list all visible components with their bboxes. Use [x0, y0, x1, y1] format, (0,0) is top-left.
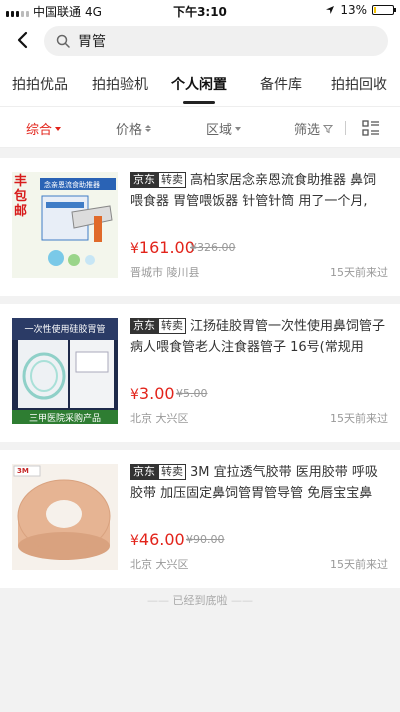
- product-price: ¥3.00: [130, 384, 175, 403]
- product-card[interactable]: 一次性使用硅胶胃管 三甲医院采购产品 京东 转卖 江扬硅胶胃管一次性使用鼻饲管子…: [0, 304, 400, 442]
- list-view-icon[interactable]: [362, 120, 380, 136]
- product-price: ¥161.00: [130, 238, 195, 257]
- filter-bar: 综合 价格 区域 筛选: [0, 106, 400, 148]
- chevron-left-icon: [17, 31, 28, 49]
- caret-down-icon: [235, 126, 242, 131]
- tab-paipai-yanji[interactable]: 拍拍验机: [92, 74, 148, 94]
- sort-arrows-icon: [145, 125, 152, 132]
- product-thumbnail[interactable]: 丰包邮 念亲恩流食助推器: [12, 172, 118, 278]
- thumb-brand: 3M: [17, 467, 29, 475]
- search-input[interactable]: 胃管: [44, 26, 388, 56]
- status-bar: 中国联通 4G 下午3:10 13%: [0, 0, 400, 20]
- posted-time: 15天前来过: [330, 266, 388, 279]
- category-tabs: 拍拍优品 拍拍验机 个人闲置 备件库 拍拍回收: [0, 60, 400, 106]
- end-of-list-label: 已经到底啦: [172, 594, 228, 607]
- tab-personal-idle[interactable]: 个人闲置: [171, 74, 227, 94]
- thumb-badge: 丰包邮: [14, 174, 28, 219]
- search-query: 胃管: [78, 34, 106, 50]
- price-value: 46.00: [138, 530, 185, 549]
- search-icon: [56, 34, 70, 48]
- price-value: 161.00: [138, 238, 195, 257]
- back-button[interactable]: [10, 26, 34, 54]
- posted-time: 15天前来过: [330, 558, 388, 571]
- product-location: 晋城市 陵川县: [130, 266, 200, 279]
- product-location: 北京 大兴区: [130, 412, 189, 425]
- price-currency: ¥: [130, 533, 139, 549]
- active-tab-indicator: [183, 101, 215, 104]
- product-thumbnail[interactable]: 一次性使用硅胶胃管 三甲医院采购产品: [12, 318, 118, 424]
- region-label: 区域: [206, 123, 233, 138]
- divider: [345, 121, 346, 135]
- sort-label: 综合: [26, 123, 53, 138]
- tab-recycle[interactable]: 拍拍回收: [331, 74, 387, 94]
- product-card[interactable]: 丰包邮 念亲恩流食助推器 京东 转卖 高柏家居念亲恩流食助推器 鼻饲喂食器 胃管…: [0, 158, 400, 296]
- product-location: 北京 大兴区: [130, 558, 189, 571]
- funnel-icon: [323, 124, 334, 133]
- price-currency: ¥: [130, 387, 139, 403]
- sort-dropdown[interactable]: 综合: [26, 119, 62, 138]
- battery-level: [374, 7, 376, 13]
- filter-button[interactable]: 筛选: [294, 119, 334, 138]
- product-price: ¥46.00: [130, 530, 185, 549]
- caret-down-icon: [55, 126, 62, 131]
- price-currency: ¥: [130, 241, 139, 257]
- price-sort[interactable]: 价格: [116, 119, 152, 138]
- thumb-banner: 一次性使用硅胶胃管: [24, 325, 106, 335]
- battery-icon: [372, 5, 396, 15]
- original-price: ¥90.00: [186, 533, 225, 546]
- end-of-list: —— 已经到底啦 ——: [147, 594, 253, 607]
- battery-percent: 13%: [340, 3, 367, 17]
- product-card[interactable]: 3M 京东 转卖 3M 宜拉透气胶带 医用胶带 呼吸胶带 加压固定鼻饲管胃管导管…: [0, 450, 400, 588]
- product-thumbnail[interactable]: 3M: [12, 464, 118, 570]
- price-sort-label: 价格: [116, 123, 143, 138]
- tab-paipai-youpin[interactable]: 拍拍优品: [12, 74, 68, 94]
- original-price: ¥5.00: [176, 387, 208, 400]
- posted-time: 15天前来过: [330, 412, 388, 425]
- medical-tape-image: [12, 464, 118, 570]
- original-price: ¥326.00: [190, 241, 236, 254]
- region-dropdown[interactable]: 区域: [206, 119, 242, 138]
- price-value: 3.00: [138, 384, 175, 403]
- tab-spare-parts[interactable]: 备件库: [260, 74, 302, 94]
- filter-label: 筛选: [294, 123, 321, 138]
- search-header: 胃管: [0, 20, 400, 60]
- product-title: 江扬硅胶胃管一次性使用鼻饲管子病人喂食管老人注食器管子 16号(常规用: [130, 319, 386, 355]
- thumb-caption: 三甲医院采购产品: [28, 414, 101, 424]
- product-title: 高柏家居念亲恩流食助推器 鼻饲喂食器 胃管喂饭器 针管针筒 用了一个月,: [130, 173, 377, 209]
- thumb-caption: 念亲恩流食助推器: [44, 181, 100, 189]
- location-arrow-icon: [326, 6, 335, 14]
- product-title: 3M 宜拉透气胶带 医用胶带 呼吸胶带 加压固定鼻饲管胃管导管 免唇宝宝鼻: [130, 465, 378, 501]
